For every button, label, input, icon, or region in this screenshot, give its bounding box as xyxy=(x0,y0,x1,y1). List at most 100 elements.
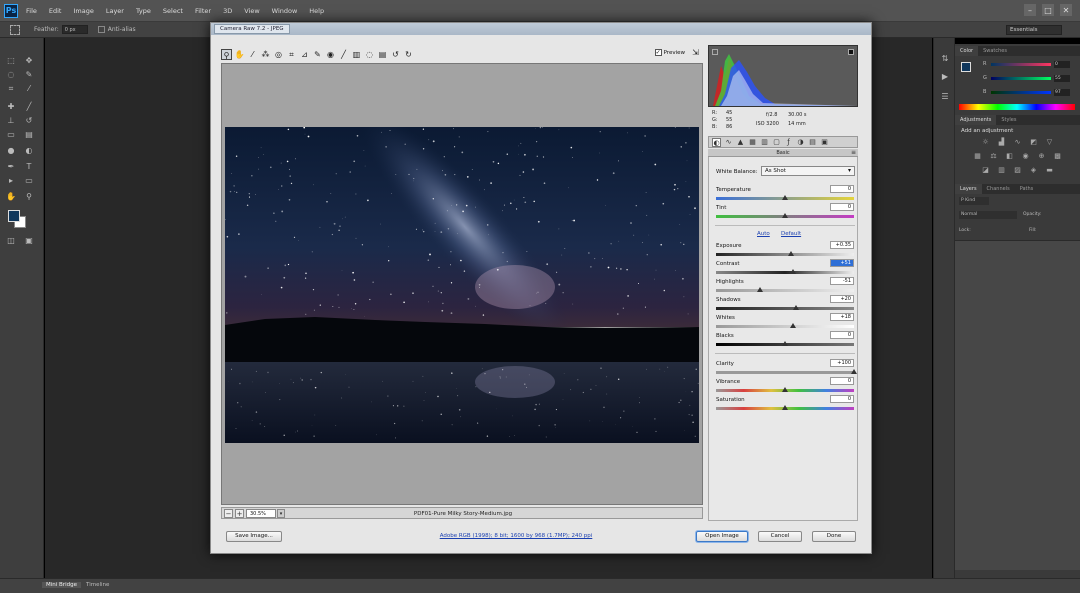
done-button[interactable]: Done xyxy=(812,531,856,542)
menu-file[interactable]: File xyxy=(26,7,37,15)
menu-layer[interactable]: Layer xyxy=(106,7,124,15)
brush-tool-icon[interactable]: ╱ xyxy=(24,102,34,112)
panel-menu-icon[interactable]: ≡ xyxy=(851,149,856,157)
default-link[interactable]: Default xyxy=(781,231,801,237)
adjustment-brush-tool-icon[interactable]: ╱ xyxy=(338,49,349,60)
saturation-value[interactable]: 0 xyxy=(830,395,854,403)
channel-mixer-adjustment-icon[interactable]: ⊕ xyxy=(1037,152,1046,161)
snapshots-panel-icon[interactable]: ▣ xyxy=(820,138,829,147)
screen-mode-icon[interactable]: ▣ xyxy=(24,236,34,246)
healing-tool-icon[interactable]: ✚ xyxy=(6,102,16,112)
color-r-slider[interactable]: R 0 xyxy=(983,60,1073,68)
camera-calibration-panel-icon[interactable]: ◑ xyxy=(796,138,805,147)
actions-panel-icon[interactable]: ▶ xyxy=(940,72,950,82)
rotate-ccw-icon[interactable]: ↺ xyxy=(390,49,401,60)
blacks-value[interactable]: 0 xyxy=(830,331,854,339)
black-white-adjustment-icon[interactable]: ◧ xyxy=(1005,152,1014,161)
vibrance-value[interactable]: 0 xyxy=(830,377,854,385)
tab-swatches[interactable]: Swatches xyxy=(978,46,1012,56)
menu-type[interactable]: Type xyxy=(136,7,151,15)
menu-view[interactable]: View xyxy=(244,7,259,15)
anti-alias-checkbox[interactable] xyxy=(97,26,105,33)
threshold-adjustment-icon[interactable]: ▨ xyxy=(1013,166,1022,175)
exposure-value[interactable]: +0.35 xyxy=(830,241,854,249)
gradient-tool-icon[interactable]: ▤ xyxy=(24,130,34,140)
quick-mask-icon[interactable]: ◫ xyxy=(6,236,16,246)
hand-tool-icon[interactable]: ✋ xyxy=(234,49,245,60)
basic-panel-icon[interactable]: ◐ xyxy=(712,137,721,147)
contrast-value[interactable]: +51 xyxy=(830,259,854,267)
lasso-tool-icon[interactable]: ◌ xyxy=(6,70,16,80)
effects-panel-icon[interactable]: ƒ xyxy=(784,138,793,147)
foreground-color-swatch[interactable] xyxy=(8,210,20,222)
color-spectrum[interactable] xyxy=(959,104,1075,110)
highlights-track[interactable] xyxy=(716,289,854,292)
quick-select-tool-icon[interactable]: ✎ xyxy=(24,70,34,80)
move-tool-icon[interactable]: ✥ xyxy=(24,56,34,66)
menu-filter[interactable]: Filter xyxy=(195,7,211,15)
contrast-slider[interactable] xyxy=(790,269,797,274)
g-value[interactable]: 55 xyxy=(1054,74,1070,82)
crop-tool-icon[interactable]: ⌗ xyxy=(286,49,297,60)
vibrance-adjustment-icon[interactable]: ▽ xyxy=(1045,138,1054,147)
color-sampler-tool-icon[interactable]: ⁂ xyxy=(260,49,271,60)
whites-value[interactable]: +18 xyxy=(830,313,854,321)
eyedropper-tool-icon[interactable]: ⁄ xyxy=(24,84,34,94)
clarity-value[interactable]: +100 xyxy=(830,359,854,367)
white-balance-select[interactable]: As Shot ▾ xyxy=(761,166,855,176)
marquee-preset-icon[interactable] xyxy=(10,24,20,35)
auto-link[interactable]: Auto xyxy=(757,231,770,237)
vibrance-slider[interactable] xyxy=(782,387,788,392)
clarity-slider[interactable] xyxy=(851,369,857,374)
save-image-button[interactable]: Save Image... xyxy=(226,531,282,542)
brightness-adjustment-icon[interactable]: ☼ xyxy=(981,138,990,147)
r-value[interactable]: 0 xyxy=(1054,60,1070,68)
shadow-clipping-icon[interactable] xyxy=(712,49,718,55)
path-select-tool-icon[interactable]: ▸ xyxy=(6,176,16,186)
shadows-track[interactable] xyxy=(716,307,854,310)
workflow-options-link[interactable]: Adobe RGB (1998); 8 bit; 1600 by 968 (1.… xyxy=(391,533,641,539)
blacks-slider[interactable] xyxy=(782,341,788,346)
contrast-track[interactable] xyxy=(716,271,854,274)
pen-tool-icon[interactable]: ✒ xyxy=(6,162,16,172)
temperature-value[interactable]: 0 xyxy=(830,185,854,193)
highlights-value[interactable]: -51 xyxy=(830,277,854,285)
levels-adjustment-icon[interactable]: ▟ xyxy=(997,138,1006,147)
white-balance-tool-icon[interactable]: ⁄ xyxy=(247,49,258,60)
blend-mode-select[interactable]: Normal xyxy=(959,211,1017,219)
whites-slider[interactable] xyxy=(790,323,797,328)
curves-adjustment-icon[interactable]: ∿ xyxy=(1013,138,1022,147)
preferences-icon[interactable]: ▤ xyxy=(377,49,388,60)
workspace-select[interactable]: Essentials xyxy=(1006,25,1062,35)
crop-tool-icon[interactable]: ⌗ xyxy=(6,84,16,94)
stamp-tool-icon[interactable]: ⊥ xyxy=(6,116,16,126)
menu-edit[interactable]: Edit xyxy=(49,7,62,15)
tab-styles[interactable]: Styles xyxy=(996,115,1021,125)
detail-panel-icon[interactable]: ▲ xyxy=(736,138,745,147)
menu-image[interactable]: Image xyxy=(73,7,93,15)
straighten-tool-icon[interactable]: ⊿ xyxy=(299,49,310,60)
dodge-tool-icon[interactable]: ◐ xyxy=(24,146,34,156)
shadows-value[interactable]: +20 xyxy=(830,295,854,303)
exposure-adjustment-icon[interactable]: ◩ xyxy=(1029,138,1038,147)
eraser-tool-icon[interactable]: ▭ xyxy=(6,130,16,140)
radial-filter-tool-icon[interactable]: ◌ xyxy=(364,49,375,60)
zoom-tool-icon[interactable]: ⚲ xyxy=(24,192,34,202)
tab-color[interactable]: Color xyxy=(955,46,979,56)
whites-track[interactable] xyxy=(716,325,854,328)
shape-tool-icon[interactable]: ▭ xyxy=(24,176,34,186)
selective-color-adjustment-icon[interactable]: ◈ xyxy=(1029,166,1038,175)
highlights-slider[interactable] xyxy=(757,287,764,292)
color-balance-adjustment-icon[interactable]: ⚖ xyxy=(989,152,998,161)
tab-mini-bridge[interactable]: Mini Bridge xyxy=(42,582,81,588)
invert-adjustment-icon[interactable]: ◪ xyxy=(981,166,990,175)
marquee-tool-icon[interactable]: ⬚ xyxy=(6,56,16,66)
menu-help[interactable]: Help xyxy=(309,7,324,15)
image-preview-area[interactable] xyxy=(221,63,703,505)
cancel-button[interactable]: Cancel xyxy=(758,531,802,542)
history-panel-icon[interactable]: ⇅ xyxy=(940,54,950,64)
tab-paths[interactable]: Paths xyxy=(1015,184,1039,194)
color-g-slider[interactable]: G 55 xyxy=(983,74,1073,82)
split-toning-panel-icon[interactable]: ▥ xyxy=(760,138,769,147)
highlight-clipping-icon[interactable] xyxy=(848,49,854,55)
